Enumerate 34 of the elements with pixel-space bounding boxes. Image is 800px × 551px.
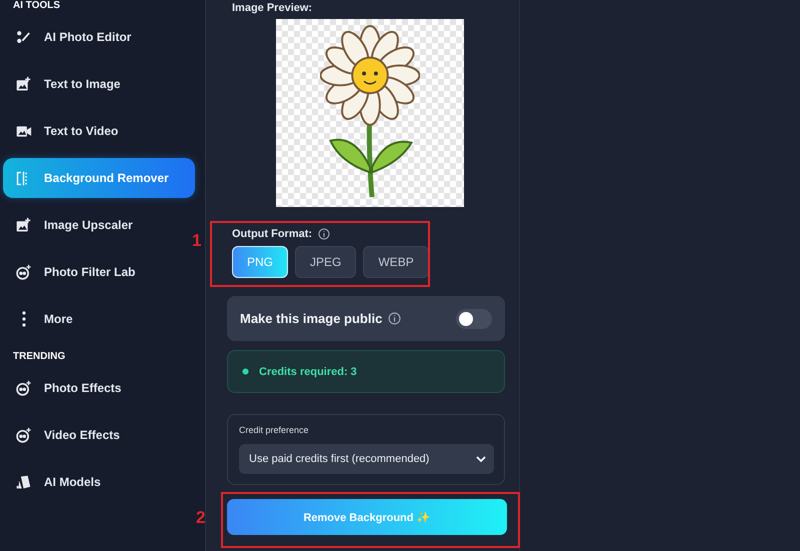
format-option[interactable]: JPEG bbox=[295, 246, 356, 278]
public-toggle-label: Make this image public bbox=[240, 311, 382, 326]
info-icon[interactable] bbox=[388, 312, 402, 325]
sidebar-item[interactable]: More bbox=[3, 299, 195, 339]
sidebar-item[interactable]: Background Remover bbox=[3, 158, 195, 198]
format-option[interactable]: WEBP bbox=[363, 246, 429, 278]
output-format-label: Output Format: bbox=[232, 228, 312, 240]
sidebar-item[interactable]: Photo Effects bbox=[3, 368, 195, 408]
section-heading: TRENDING bbox=[12, 350, 66, 364]
face-sparkle-icon bbox=[15, 264, 32, 280]
sidebar-item[interactable]: AI Photo Editor bbox=[3, 17, 195, 57]
sidebar-item[interactable]: Photo Filter Lab bbox=[3, 252, 195, 292]
sidebar-item[interactable]: Text to Image bbox=[3, 64, 195, 104]
credit-preference-label: Credit preference bbox=[239, 425, 310, 435]
face-sparkle-icon bbox=[15, 426, 32, 444]
wand-icon bbox=[15, 28, 32, 46]
annotation-number: 2 bbox=[196, 508, 206, 528]
annotation-number: 1 bbox=[192, 231, 202, 251]
sidebar-item[interactable]: Video Effects bbox=[3, 415, 195, 455]
status-dot-icon bbox=[242, 368, 249, 375]
image-plus-icon bbox=[15, 76, 32, 92]
info-icon[interactable] bbox=[318, 228, 330, 240]
credit-preference-select[interactable]: Use paid credits first (recommended) bbox=[239, 444, 494, 474]
public-toggle[interactable] bbox=[456, 308, 492, 328]
cards-icon bbox=[15, 474, 32, 490]
preview-label: Image Preview: bbox=[231, 2, 314, 14]
section-heading: AI TOOLS bbox=[12, 0, 62, 13]
face-sparkle-icon bbox=[15, 380, 32, 396]
sidebar-item[interactable]: Text to Video bbox=[3, 111, 195, 151]
sidebar-item[interactable]: AI Models bbox=[3, 462, 195, 502]
dots-icon bbox=[22, 311, 26, 327]
image-plus-icon bbox=[15, 216, 32, 234]
chevron-down-icon bbox=[476, 456, 486, 462]
credits-text: Credits required: 3 bbox=[259, 366, 357, 378]
